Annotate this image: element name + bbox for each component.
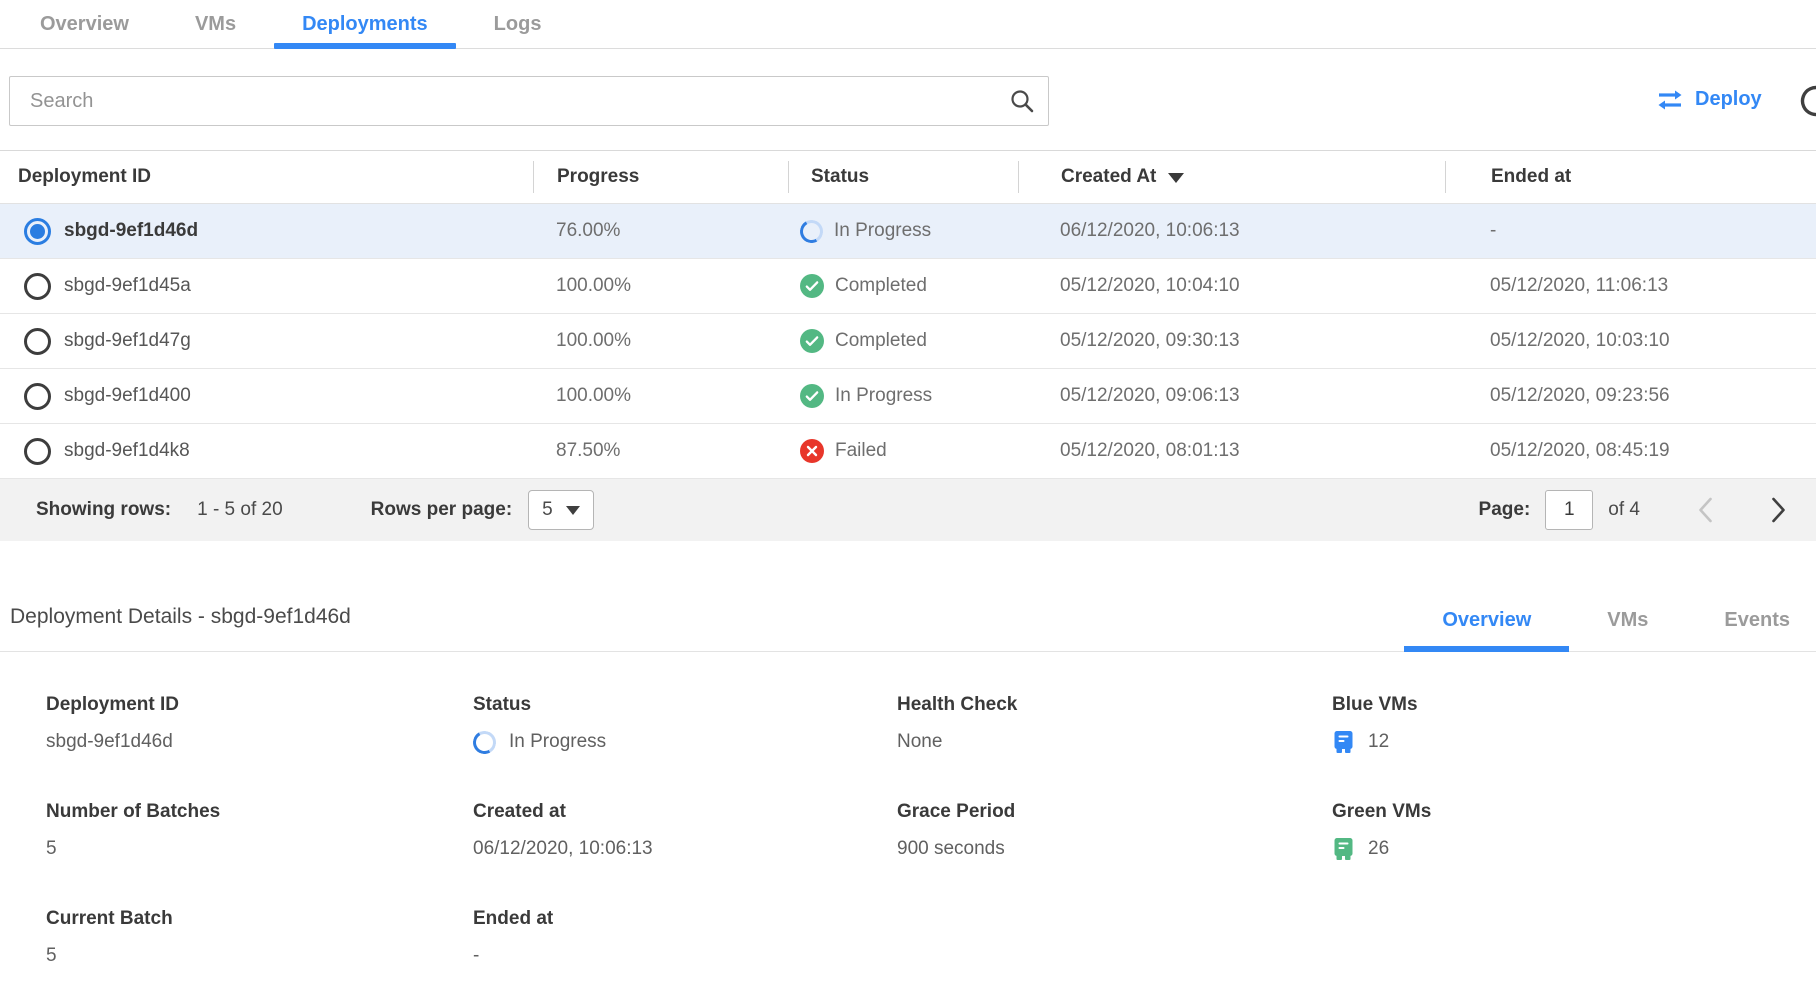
empty-cell	[897, 908, 1332, 969]
row-radio[interactable]	[24, 438, 51, 465]
chevron-left-icon	[1698, 496, 1713, 524]
field-created-at: Created at 06/12/2020, 10:06:13	[473, 801, 897, 862]
field-current-batch: Current Batch 5	[46, 908, 473, 969]
pagination: Page: of 4	[1479, 490, 1786, 530]
field-grace-period: Grace Period 900 seconds	[897, 801, 1332, 862]
completed-check-icon	[800, 384, 824, 408]
completed-check-icon	[800, 329, 824, 353]
in-progress-spinner-icon	[470, 728, 498, 756]
search-input[interactable]	[9, 76, 1049, 126]
status-cell: Completed	[788, 329, 1018, 353]
rows-per-page-select[interactable]: 5	[528, 490, 594, 530]
row-radio[interactable]	[24, 273, 51, 300]
deploy-swap-icon	[1656, 89, 1684, 111]
sort-descending-icon	[1168, 173, 1184, 183]
chevron-down-icon	[566, 506, 580, 515]
table-row[interactable]: sbgd-9ef1d45a 100.00% Completed 05/12/20…	[0, 259, 1816, 314]
deployment-id-cell: sbgd-9ef1d400	[64, 385, 191, 407]
created-at-cell: 05/12/2020, 09:06:13	[1018, 385, 1445, 407]
showing-rows-label: Showing rows:	[36, 499, 171, 521]
next-page-button[interactable]	[1771, 496, 1786, 524]
deploy-label: Deploy	[1695, 88, 1762, 111]
field-blue-vms: Blue VMs 12	[1332, 694, 1816, 755]
ended-at-cell: 05/12/2020, 10:03:10	[1445, 330, 1816, 352]
created-at-cell: 05/12/2020, 08:01:13	[1018, 440, 1445, 462]
progress-cell: 87.50%	[533, 440, 788, 462]
ended-at-cell: 05/12/2020, 09:23:56	[1445, 385, 1816, 407]
page-label: Page:	[1479, 499, 1531, 521]
details-tab-overview[interactable]: Overview	[1404, 589, 1569, 652]
field-status: Status In Progress	[473, 694, 897, 755]
status-cell: Failed	[788, 439, 1018, 463]
deployment-id-cell: sbgd-9ef1d46d	[64, 220, 198, 242]
field-health-check: Health Check None	[897, 694, 1332, 755]
status-cell: Completed	[788, 274, 1018, 298]
deployment-id-cell: sbgd-9ef1d4k8	[64, 440, 190, 462]
created-at-cell: 05/12/2020, 09:30:13	[1018, 330, 1445, 352]
created-at-cell: 05/12/2020, 10:04:10	[1018, 275, 1445, 297]
deploy-button[interactable]: Deploy	[1650, 87, 1768, 112]
table-row[interactable]: sbgd-9ef1d4k8 87.50% Failed 05/12/2020, …	[0, 424, 1816, 479]
chevron-right-icon	[1771, 496, 1786, 524]
progress-cell: 100.00%	[533, 330, 788, 352]
progress-cell: 100.00%	[533, 385, 788, 407]
deployment-details-panel: Deployment Details - sbgd-9ef1d46d Overv…	[0, 589, 1816, 992]
col-header-deployment-id: Deployment ID	[0, 161, 533, 193]
table-row[interactable]: sbgd-9ef1d400 100.00% In Progress 05/12/…	[0, 369, 1816, 424]
details-tab-bar: Overview VMs Events	[1404, 589, 1816, 652]
created-at-cell: 06/12/2020, 10:06:13	[1018, 220, 1445, 242]
field-green-vms: Green VMs 26	[1332, 801, 1816, 862]
ended-at-cell: 05/12/2020, 08:45:19	[1445, 440, 1816, 462]
field-number-of-batches: Number of Batches 5	[46, 801, 473, 862]
row-radio[interactable]	[24, 383, 51, 410]
search-box	[9, 76, 1049, 126]
deployments-page: Overview VMs Deployments Logs Deploy	[0, 0, 1816, 992]
in-progress-spinner-icon	[797, 217, 825, 245]
tab-deployments[interactable]: Deployments	[274, 0, 456, 48]
ended-at-cell: -	[1445, 220, 1816, 242]
row-radio-selected[interactable]	[24, 218, 51, 245]
deployments-table: Deployment ID Progress Status Created At…	[0, 150, 1816, 541]
col-header-ended-at: Ended at	[1445, 161, 1816, 193]
page-number-input[interactable]	[1545, 490, 1593, 530]
ended-at-cell: 05/12/2020, 11:06:13	[1445, 275, 1816, 297]
table-header-row: Deployment ID Progress Status Created At…	[0, 150, 1816, 204]
field-deployment-id: Deployment ID sbgd-9ef1d46d	[46, 694, 473, 755]
col-header-created-at[interactable]: Created At	[1018, 161, 1445, 193]
green-vm-icon	[1332, 837, 1355, 862]
refresh-icon[interactable]	[1798, 83, 1816, 119]
table-row[interactable]: sbgd-9ef1d47g 100.00% Completed 05/12/20…	[0, 314, 1816, 369]
col-header-progress: Progress	[533, 161, 788, 193]
toolbar: Deploy	[0, 49, 1816, 150]
completed-check-icon	[800, 274, 824, 298]
progress-cell: 76.00%	[533, 220, 788, 242]
tab-vms[interactable]: VMs	[167, 0, 264, 48]
col-header-status: Status	[788, 161, 1018, 193]
page-total: of 4	[1608, 499, 1640, 521]
field-ended-at: Ended at -	[473, 908, 897, 969]
top-tab-bar: Overview VMs Deployments Logs	[0, 0, 1816, 49]
tab-logs[interactable]: Logs	[466, 0, 570, 48]
blue-vm-icon	[1332, 730, 1355, 755]
table-row[interactable]: sbgd-9ef1d46d 76.00% In Progress 06/12/2…	[0, 204, 1816, 259]
details-tab-events[interactable]: Events	[1686, 589, 1816, 652]
tab-overview[interactable]: Overview	[12, 0, 157, 48]
previous-page-button[interactable]	[1698, 496, 1713, 524]
details-tab-vms[interactable]: VMs	[1569, 589, 1686, 652]
deployment-id-cell: sbgd-9ef1d45a	[64, 275, 191, 297]
progress-cell: 100.00%	[533, 275, 788, 297]
empty-cell	[1332, 908, 1816, 969]
status-cell: In Progress	[788, 384, 1018, 408]
details-grid: Deployment ID sbgd-9ef1d46d Status In Pr…	[0, 652, 1816, 992]
details-header: Deployment Details - sbgd-9ef1d46d Overv…	[0, 589, 1816, 652]
showing-rows-value: 1 - 5 of 20	[197, 499, 283, 521]
rows-per-page-label: Rows per page:	[371, 499, 512, 521]
failed-x-icon	[800, 439, 824, 463]
row-radio[interactable]	[24, 328, 51, 355]
status-cell: In Progress	[788, 220, 1018, 243]
details-title: Deployment Details - sbgd-9ef1d46d	[10, 605, 351, 629]
table-footer: Showing rows: 1 - 5 of 20 Rows per page:…	[0, 479, 1816, 541]
search-icon	[1009, 88, 1035, 114]
deployment-id-cell: sbgd-9ef1d47g	[64, 330, 191, 352]
